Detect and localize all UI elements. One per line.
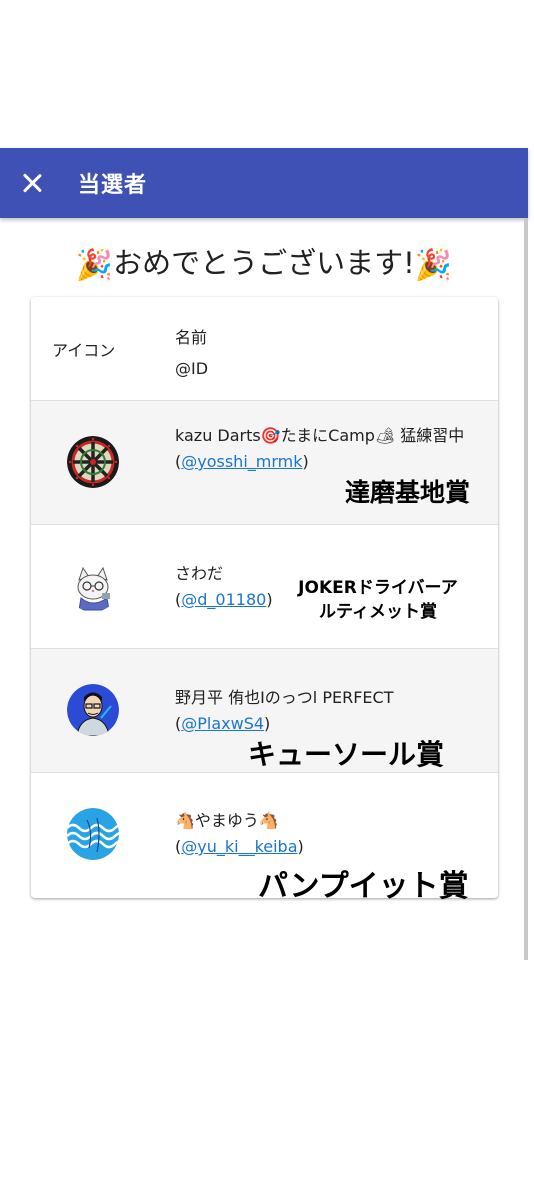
winner-id-link[interactable]: @yu_ki__keiba	[181, 837, 297, 856]
prize-label-line: JOKERドライバーア	[298, 578, 458, 598]
column-header-name: 名前 @ID	[175, 322, 208, 384]
winner-info: 🐴やまゆう🐴 (@yu_ki__keiba)	[175, 808, 475, 860]
scrollbar[interactable]	[524, 218, 528, 960]
winner-id-link[interactable]: @d_01180	[181, 590, 266, 609]
party-popper-icon: 🎉	[414, 248, 453, 283]
winner-name: kazu Darts🎯たまにCamp🏕 猛練習中	[175, 426, 465, 445]
app-bar: 当選者	[0, 148, 528, 218]
header-name-label: 名前	[175, 328, 208, 347]
winner-id-link[interactable]: @PlaxwS4	[181, 714, 264, 733]
table-header: アイコン 名前 @ID	[31, 297, 498, 401]
wave-pattern-icon	[67, 808, 119, 860]
winner-id-link[interactable]: @yosshi_mrmk	[181, 452, 302, 471]
congratulations-heading: 🎉おめでとうございます!🎉	[0, 240, 528, 283]
winner-info: kazu Darts🎯たまにCamp🏕 猛練習中 (@yosshi_mrmk)	[175, 423, 475, 475]
winner-id: (@yu_ki__keiba)	[175, 837, 304, 856]
cat-character-icon	[67, 560, 119, 612]
winner-name: 🐴やまゆう🐴	[175, 811, 279, 830]
column-header-icon: アイコン	[52, 341, 116, 360]
winner-id: (@yosshi_mrmk)	[175, 452, 309, 471]
prize-label: キューソール賞	[248, 738, 445, 771]
congratulations-text: おめでとうございます!	[113, 246, 415, 280]
close-icon[interactable]	[20, 171, 44, 195]
winner-name: 野月平 侑也Iのっつl PERFECT	[175, 688, 394, 707]
page-title: 当選者	[78, 173, 148, 198]
header-id-label: @ID	[175, 359, 209, 378]
dartboard-icon	[67, 436, 119, 488]
person-illustration-icon	[67, 684, 119, 736]
winner-info: 野月平 侑也Iのっつl PERFECT (@PlaxwS4)	[175, 685, 475, 737]
prize-label-line: ルティメット賞	[319, 602, 437, 622]
party-popper-icon: 🎉	[75, 248, 114, 283]
prize-label: パンプイット賞	[258, 869, 469, 904]
prize-label: 達磨基地賞	[345, 478, 471, 507]
prize-label: JOKERドライバーア ルティメット賞	[280, 576, 476, 624]
